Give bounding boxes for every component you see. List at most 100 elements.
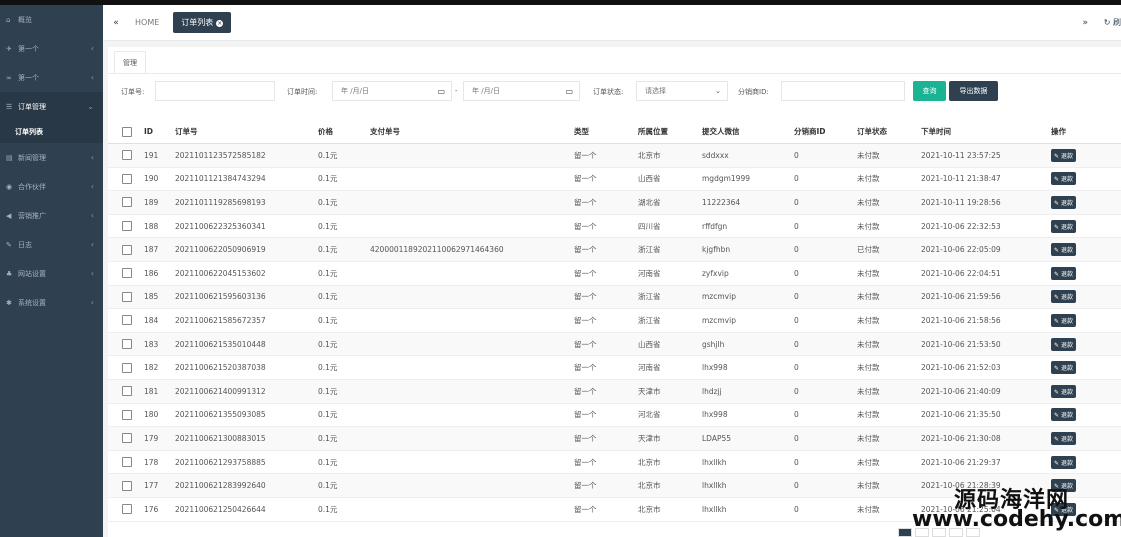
page-button[interactable]	[915, 528, 929, 537]
refund-button[interactable]: ✎ 退款	[1051, 431, 1076, 445]
chevron-left-icon: ‹	[90, 211, 94, 220]
page-button[interactable]	[932, 528, 946, 537]
row-checkbox[interactable]	[122, 291, 132, 302]
refund-button-label: 退款	[1060, 199, 1073, 207]
chevron-left-icon: ‹	[90, 269, 94, 278]
row-checkbox[interactable]	[122, 409, 132, 420]
date-start-input[interactable]: 年 /月/日 ▭	[332, 81, 452, 101]
table-cell: 2021100622045153602	[175, 268, 266, 278]
sidebar-item-1[interactable]: ✈ 第一个 ‹	[0, 34, 103, 63]
row-checkbox[interactable]	[122, 173, 132, 184]
refund-button-label: 退款	[1060, 247, 1073, 255]
refund-button[interactable]: ✎ 退款	[1051, 361, 1076, 375]
sidebar-item-8[interactable]: ♣ 网站设置 ‹	[0, 259, 103, 288]
refresh-label: 刷	[1113, 18, 1121, 27]
refund-button[interactable]: ✎ 退款	[1051, 243, 1076, 257]
tab-scroll-left-icon[interactable]: «	[103, 18, 129, 28]
table-cell: 2021100621283992640	[175, 481, 266, 491]
table-row: 188 2021100622325360341 0.1元 留一个 四川省 rffdfgn 0…	[108, 215, 1121, 239]
refund-button[interactable]: ✎ 退款	[1051, 408, 1076, 422]
row-checkbox[interactable]	[122, 433, 132, 444]
list-icon: ☰	[6, 102, 13, 111]
table-row: 183 2021100621535010448 0.1元 留一个 山西省 gshjlh 0 未…	[108, 332, 1121, 357]
tab-home[interactable]: HOME	[135, 18, 159, 27]
table-cell: 浙江省	[638, 315, 661, 325]
send-icon: ✈	[6, 44, 12, 53]
refund-button[interactable]: ✎ 退款	[1051, 455, 1076, 469]
action-cell: ✎ 退款	[1051, 451, 1076, 474]
row-checkbox[interactable]	[122, 315, 132, 326]
sidebar-item-label: 概览	[18, 15, 32, 24]
table-cell: 0.1元	[318, 197, 338, 207]
row-checkbox[interactable]	[122, 221, 132, 232]
edit-icon: ✎	[1054, 435, 1061, 443]
row-checkbox-cell	[122, 215, 132, 238]
tab-order-list[interactable]: 订单列表 ×	[173, 12, 232, 33]
row-checkbox[interactable]	[122, 480, 132, 491]
refund-button[interactable]: ✎ 退款	[1051, 195, 1076, 209]
edit-icon: ✎	[1054, 223, 1061, 231]
tab-manage[interactable]: 管理	[114, 51, 146, 74]
row-checkbox[interactable]	[122, 268, 132, 279]
sidebar-item-3[interactable]: ☰ 订单管理 ⌄	[0, 92, 103, 121]
export-button[interactable]: 导出数据	[949, 81, 998, 101]
order-no-input[interactable]	[155, 81, 275, 101]
calendar-icon[interactable]: ▭	[565, 83, 573, 101]
row-checkbox[interactable]	[122, 339, 132, 350]
refund-button[interactable]: ✎ 退款	[1051, 290, 1076, 304]
row-checkbox[interactable]	[122, 362, 132, 373]
refund-button[interactable]: ✎ 退款	[1051, 219, 1076, 233]
row-checkbox[interactable]	[122, 504, 132, 515]
sidebar-item-label: 系统设置	[18, 298, 46, 307]
link-icon: ∞	[6, 73, 12, 82]
sidebar-item-label: 第一个	[18, 44, 39, 53]
sidebar-item-2[interactable]: ∞ 第一个 ‹	[0, 63, 103, 92]
refund-button[interactable]: ✎ 退款	[1051, 148, 1076, 162]
row-checkbox[interactable]	[122, 244, 132, 255]
table-cell: 2021-10-06 21:35:50	[921, 410, 1001, 420]
row-checkbox-cell	[122, 474, 132, 497]
table-cell: 未付款	[857, 363, 880, 373]
sidebar-item-5[interactable]: ◉ 合作伙伴 ‹	[0, 172, 103, 201]
table-cell: 2021100621250426644	[175, 504, 266, 514]
page-button[interactable]	[898, 528, 912, 537]
sidebar-item-6[interactable]: ◀ 营销推广 ‹	[0, 201, 103, 230]
table-cell: 2021-10-06 21:30:08	[921, 433, 1001, 443]
row-checkbox[interactable]	[122, 457, 132, 468]
sidebar-subitem-order-list[interactable]: 订单列表	[0, 121, 103, 143]
row-checkbox[interactable]	[122, 150, 132, 161]
page-button[interactable]	[949, 528, 963, 537]
tab-scroll-right-icon[interactable]: »	[1082, 18, 1088, 28]
refund-button[interactable]: ✎ 退款	[1051, 384, 1076, 398]
action-cell: ✎ 退款	[1051, 427, 1076, 450]
table-cell: 天津市	[638, 386, 661, 396]
sidebar-item-7[interactable]: ✎ 日志 ‹	[0, 230, 103, 259]
table-cell: 湖北省	[638, 197, 661, 207]
calendar-icon[interactable]: ▭	[437, 83, 445, 101]
sidebar-item-0[interactable]: ⌂ 概览	[0, 5, 103, 34]
table-cell: 2021100621595603136	[175, 292, 266, 302]
chevron-down-icon: ⌄	[87, 102, 94, 111]
refund-button[interactable]: ✎ 退款	[1051, 266, 1076, 280]
table-cell: 2021100621293758885	[175, 457, 266, 467]
row-checkbox[interactable]	[122, 197, 132, 208]
distributor-input[interactable]	[781, 81, 905, 101]
column-header: 提交人微信	[702, 127, 740, 136]
home-icon: ⌂	[6, 15, 11, 24]
date-end-input[interactable]: 年 /月/日 ▭	[463, 81, 580, 101]
select-all-checkbox[interactable]	[122, 126, 132, 137]
table-cell: 188	[144, 221, 159, 231]
refund-button[interactable]: ✎ 退款	[1051, 172, 1076, 186]
refresh-button[interactable]: ↻ 刷	[1104, 17, 1121, 28]
sidebar-item-9[interactable]: ✱ 系统设置 ‹	[0, 288, 103, 317]
search-button[interactable]: 查询	[913, 81, 946, 101]
sidebar-item-4[interactable]: ▤ 新闻管理 ‹	[0, 143, 103, 172]
refund-button[interactable]: ✎ 退款	[1051, 313, 1076, 327]
tab-close-icon[interactable]: ×	[216, 20, 224, 27]
table-cell: 0	[794, 363, 799, 373]
row-checkbox[interactable]	[122, 386, 132, 397]
refund-button[interactable]: ✎ 退款	[1051, 337, 1076, 351]
tab-order-list-label: 订单列表	[181, 18, 214, 27]
status-select[interactable]: 请选择 ⌄	[636, 81, 728, 101]
page-button[interactable]	[966, 528, 980, 537]
